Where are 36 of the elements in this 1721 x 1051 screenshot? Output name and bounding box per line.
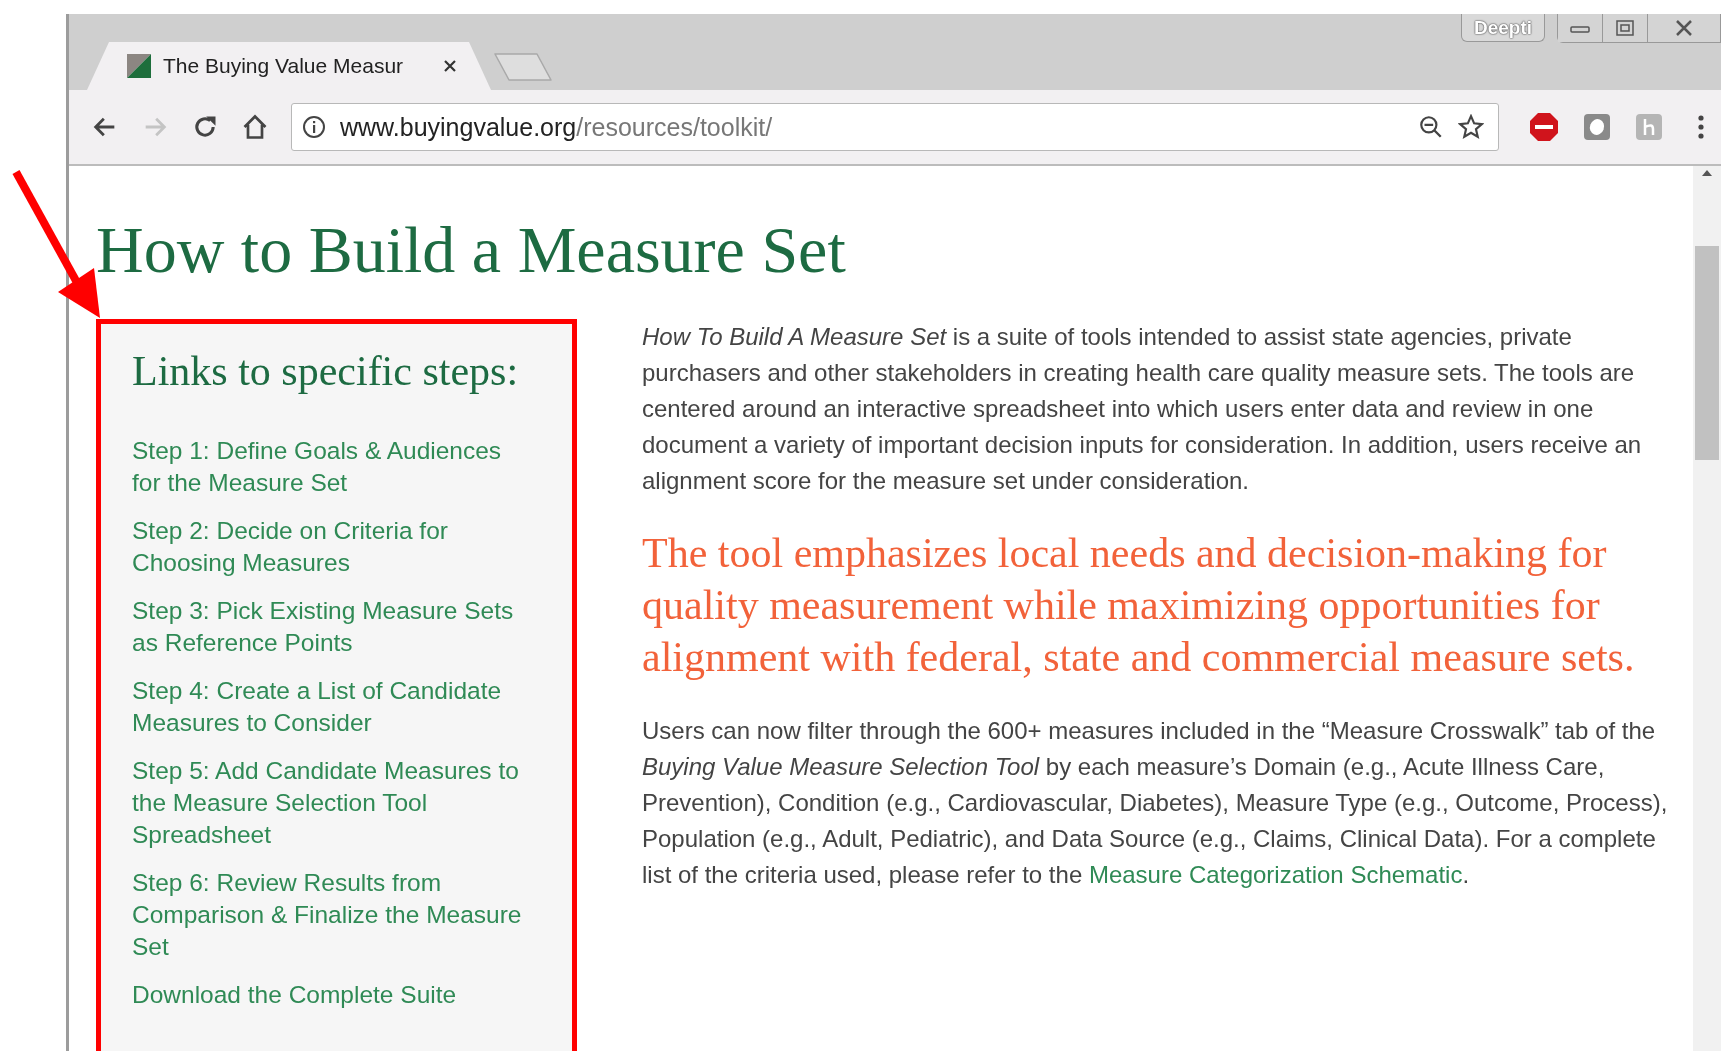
scroll-thumb[interactable] (1695, 246, 1719, 460)
url-text: www.buyingvalue.org/resources/toolkit/ (340, 112, 773, 142)
address-bar[interactable]: www.buyingvalue.org/resources/toolkit/ (291, 103, 1499, 151)
body-paragraph: Users can now filter through the 600+ measures included in the “Measure Crosswalk” tab of the Buying Value Measure Selection Tool by each measure’s Domain (e.g., Acute Illness Care, Prevention), Condition (e.g., Cardiovascular, Diabetes), Measure Type (e.g., Outcome, Process), Population (e.g., Adult, Pediatric), and Data Source (e.g., Claims, Clinical Data). For a complete list of the criteria used, please refer to the Measure Categorization Schematic. (642, 716, 1669, 891)
panel-heading: Links to specific steps: (132, 347, 520, 397)
step-link[interactable]: Step 1: Define Goals & Audiences for the Measure Set (132, 434, 536, 499)
minimize-icon (1570, 23, 1590, 33)
scrollbar[interactable] (1693, 166, 1721, 1051)
maximize-icon (1615, 20, 1635, 36)
step-link[interactable]: Step 4: Create a List of Candidate Measures to Consider (132, 674, 536, 739)
scroll-up-icon[interactable] (1702, 170, 1712, 176)
minimize-button[interactable] (1558, 14, 1603, 42)
maximize-button[interactable] (1603, 14, 1648, 42)
close-button[interactable] (1648, 14, 1720, 42)
profile-button[interactable]: Deepti (1460, 14, 1545, 42)
schematic-link[interactable]: Measure Categorization Schematic (1088, 861, 1463, 889)
close-icon (1674, 20, 1694, 36)
info-icon[interactable] (302, 115, 326, 139)
step-link[interactable]: Step 3: Pick Existing Measure Sets as Reference Points (132, 594, 536, 659)
step-link[interactable]: Step 2: Decide on Criteria for Choosing Measures (132, 514, 536, 579)
callout-text: The tool emphasizes local needs and decision-making for quality measurement while maximizing opportunities for alignment with federal, state and commercial measure sets. (642, 529, 1636, 683)
home-icon[interactable] (241, 113, 269, 141)
star-icon[interactable] (1458, 114, 1484, 140)
step-link[interactable]: Step 5: Add Candidate Measures to the Measure Selection Tool Spreadsheet (132, 754, 536, 851)
step-link[interactable]: Download the Complete Suite (132, 978, 536, 1011)
step-link[interactable]: Step 6: Review Results from Comparison & Finalize the Measure Set (132, 866, 536, 963)
favicon-icon (127, 54, 151, 78)
page-title: How to Build a Measure Set (96, 212, 847, 288)
menu-icon[interactable] (1697, 114, 1705, 140)
stop-sign-icon[interactable] (1529, 112, 1559, 142)
zoom-out-icon[interactable] (1418, 114, 1444, 140)
tab-title: The Buying Value Measur (163, 54, 405, 78)
close-icon[interactable] (443, 59, 457, 73)
browser-tab[interactable]: The Buying Value Measur (87, 42, 491, 90)
extension-icon[interactable] (1583, 113, 1611, 141)
intro-paragraph: How To Build A Measure Set is a suite of tools intended to assist state agencies, private purchasers and other stakeholders in creating health care quality measure sets. The tools are centered around an interactive spreadsheet into which users enter data and review in one document a variety of important decision inputs for consideration. In addition, users receive an alignment score for the measure set under consideration. (642, 322, 1643, 497)
